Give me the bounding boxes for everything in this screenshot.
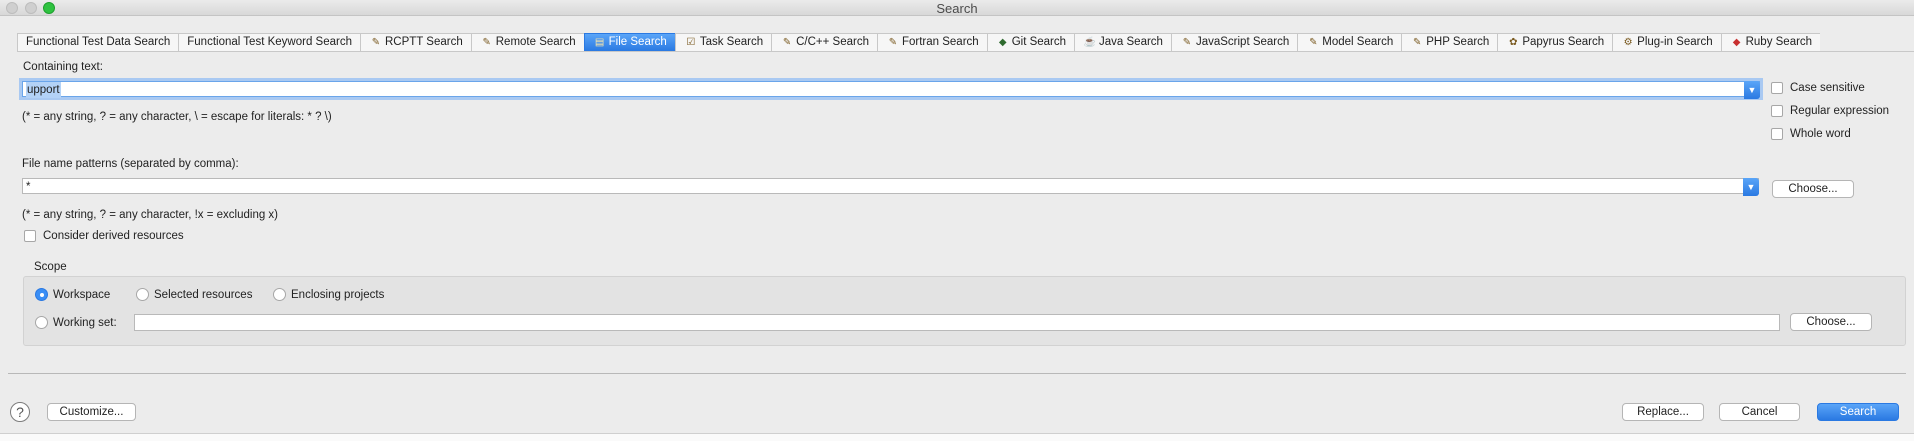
flashlight-icon: ✎ — [888, 37, 898, 48]
tab-php-search[interactable]: ✎ PHP Search — [1401, 33, 1498, 52]
replace-button[interactable]: Replace... — [1622, 403, 1704, 421]
git-icon: ◆ — [998, 37, 1007, 48]
tab-label: Papyrus Search — [1522, 36, 1605, 48]
tab-label: Functional Test Keyword Search — [187, 36, 352, 48]
regular-expression-checkbox[interactable]: Regular expression — [1771, 105, 1889, 117]
derived-resources-checkbox[interactable]: Consider derived resources — [24, 230, 184, 242]
java-icon: ☕ — [1083, 37, 1097, 48]
checkbox-box[interactable] — [1771, 105, 1783, 117]
checkbox-box[interactable] — [1771, 82, 1783, 94]
chevron-down-icon[interactable]: ▼ — [1744, 81, 1760, 99]
tab-rcptt-search[interactable]: ✎ RCPTT Search — [359, 33, 471, 52]
ruby-icon: ◆ — [1732, 37, 1741, 48]
whole-word-label: Whole word — [1790, 128, 1851, 140]
selected-resources-label: Selected resources — [154, 288, 253, 301]
search-button[interactable]: Search — [1817, 403, 1899, 421]
tab-label: RCPTT Search — [384, 36, 463, 48]
scope-choose-button[interactable]: Choose... — [1790, 313, 1872, 331]
tab-functional-test-keyword-search[interactable]: Functional Test Keyword Search — [178, 33, 360, 52]
tab-label: C/C++ Search — [796, 36, 869, 48]
file-patterns-combo[interactable]: * ▼ — [22, 178, 1759, 196]
working-set-radio[interactable]: Working set: — [35, 316, 117, 329]
tab-label: Task Search — [699, 36, 764, 48]
containing-text-combo[interactable]: upport ▼ — [22, 81, 1760, 99]
file-patterns-value[interactable]: * — [26, 179, 30, 195]
cancel-button[interactable]: Cancel — [1719, 403, 1800, 421]
tab-papyrus-search[interactable]: ✿ Papyrus Search — [1497, 33, 1613, 52]
containing-text-value[interactable]: upport — [26, 82, 61, 98]
radio-dot[interactable] — [273, 288, 286, 301]
checkbox-box[interactable] — [24, 230, 36, 242]
radio-dot[interactable] — [35, 288, 48, 301]
containing-text-hint: (* = any string, ? = any character, \ = … — [22, 111, 332, 123]
whole-word-checkbox[interactable]: Whole word — [1771, 128, 1851, 140]
search-tabs: Functional Test Data Search Functional Te… — [17, 33, 1821, 52]
plugin-icon: ⚙ — [1623, 37, 1633, 48]
tab-label: Fortran Search — [901, 36, 979, 48]
working-set-label: Working set: — [53, 316, 117, 329]
tab-label: Remote Search — [495, 36, 576, 48]
derived-resources-label: Consider derived resources — [43, 230, 184, 242]
enclosing-projects-radio[interactable]: Enclosing projects — [273, 288, 384, 301]
tab-functional-test-data-search[interactable]: Functional Test Data Search — [17, 33, 179, 52]
scope-label: Scope — [34, 261, 67, 273]
tab-fortran-search[interactable]: ✎ Fortran Search — [876, 33, 987, 52]
background-window-strip — [0, 433, 1914, 441]
case-sensitive-checkbox[interactable]: Case sensitive — [1771, 82, 1865, 94]
customize-button[interactable]: Customize... — [47, 403, 136, 421]
tab-label: Model Search — [1322, 36, 1394, 48]
scope-group — [23, 276, 1906, 346]
tab-c-c-search[interactable]: ✎ C/C++ Search — [771, 33, 877, 52]
flashlight-icon: ✎ — [371, 37, 381, 48]
tab-label: File Search — [608, 36, 667, 48]
file-search-icon: ▤ — [594, 37, 605, 48]
tab-label: Ruby Search — [1745, 36, 1813, 48]
tab-content-border — [17, 51, 1914, 52]
chevron-down-icon[interactable]: ▼ — [1743, 178, 1759, 196]
tab-label: PHP Search — [1426, 36, 1490, 48]
tab-ruby-search[interactable]: ◆ Ruby Search — [1720, 33, 1821, 52]
tab-task-search[interactable]: ☑ Task Search — [674, 33, 772, 52]
tab-plug-in-search[interactable]: ⚙ Plug-in Search — [1612, 33, 1721, 52]
tab-label: Plug-in Search — [1637, 36, 1713, 48]
flashlight-icon: ✎ — [482, 37, 491, 48]
case-sensitive-label: Case sensitive — [1790, 82, 1865, 94]
checkbox-box[interactable] — [1771, 128, 1783, 140]
flashlight-icon: ✎ — [1413, 37, 1422, 48]
workspace-label: Workspace — [53, 288, 111, 301]
title-bar: Search — [0, 0, 1914, 16]
tab-file-search[interactable]: ▤ File Search — [583, 33, 675, 52]
tab-label: Functional Test Data Search — [26, 36, 171, 48]
task-icon: ☑ — [686, 37, 696, 48]
window-title: Search — [936, 1, 978, 16]
tab-model-search[interactable]: ✎ Model Search — [1297, 33, 1402, 52]
workspace-radio[interactable]: Workspace — [35, 288, 110, 301]
tab-git-search[interactable]: ◆ Git Search — [986, 33, 1075, 52]
footer-separator — [8, 373, 1906, 374]
tab-label: Java Search — [1099, 36, 1163, 48]
file-patterns-hint: (* = any string, ? = any character, !x =… — [22, 209, 279, 221]
flashlight-icon: ✎ — [782, 37, 792, 48]
help-icon[interactable]: ? — [10, 402, 30, 422]
tab-javascript-search[interactable]: ✎ JavaScript Search — [1170, 33, 1298, 52]
working-set-field[interactable] — [134, 314, 1780, 331]
patterns-choose-button[interactable]: Choose... — [1772, 180, 1854, 198]
file-patterns-label: File name patterns (separated by comma): — [22, 158, 239, 170]
tab-label: Git Search — [1011, 36, 1067, 48]
selected-resources-radio[interactable]: Selected resources — [136, 288, 252, 301]
flashlight-icon: ✎ — [1182, 37, 1192, 48]
tab-java-search[interactable]: ☕ Java Search — [1074, 33, 1171, 52]
papyrus-icon: ✿ — [1509, 37, 1518, 48]
tab-remote-search[interactable]: ✎ Remote Search — [470, 33, 584, 52]
regular-expression-label: Regular expression — [1790, 105, 1890, 117]
containing-text-label: Containing text: — [23, 61, 103, 73]
radio-dot[interactable] — [35, 316, 48, 329]
radio-dot[interactable] — [136, 288, 149, 301]
tab-label: JavaScript Search — [1195, 36, 1290, 48]
enclosing-projects-label: Enclosing projects — [291, 288, 385, 301]
flashlight-icon: ✎ — [1309, 37, 1318, 48]
